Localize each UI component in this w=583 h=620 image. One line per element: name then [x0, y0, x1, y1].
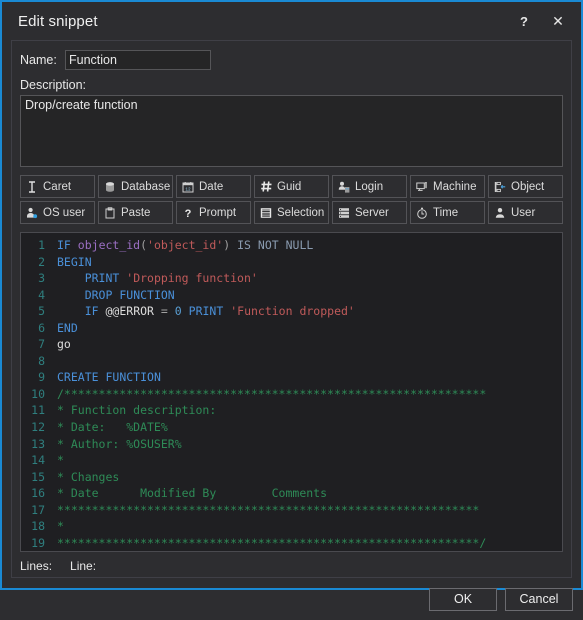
line-number: 4	[38, 287, 45, 302]
token-button-machine[interactable]: Machine	[410, 175, 485, 198]
token-label: Machine	[433, 180, 477, 193]
token-button-time[interactable]: Time	[410, 201, 485, 224]
name-label: Name:	[20, 53, 57, 67]
cancel-button[interactable]: Cancel	[505, 587, 573, 611]
description-input[interactable]: Drop/create function	[20, 95, 563, 167]
user-icon	[493, 206, 507, 220]
token-label: Object	[511, 180, 545, 193]
line-number: 7	[38, 337, 45, 352]
edit-snippet-dialog: Edit snippet ? ✕ Name: Description: Drop…	[0, 0, 583, 611]
line-number: 1	[38, 238, 45, 252]
token-label: Date	[199, 180, 224, 193]
line-number: 3	[38, 271, 45, 286]
token-label: Guid	[277, 180, 302, 193]
token-button-guid[interactable]: Guid	[254, 175, 329, 198]
line-number: 9	[38, 370, 45, 385]
selection-icon	[259, 206, 273, 220]
token-label: Prompt	[199, 206, 237, 219]
server-icon	[337, 206, 351, 220]
os-user-icon	[25, 206, 39, 220]
token-label: Selection	[277, 206, 325, 219]
token-button-object[interactable]: Object	[488, 175, 563, 198]
token-label: Server	[355, 206, 389, 219]
ok-button[interactable]: OK	[429, 587, 497, 611]
calendar-icon: 12	[181, 180, 195, 194]
lines-label: Lines:	[20, 559, 53, 574]
line-number: 17	[31, 502, 45, 517]
token-button-prompt[interactable]: ? Prompt	[176, 201, 251, 224]
window-title: Edit snippet	[18, 12, 98, 30]
svg-text:?: ?	[185, 209, 192, 219]
token-label: Paste	[121, 206, 151, 219]
line-number: 6	[38, 320, 45, 335]
dialog-footer: OK Cancel	[2, 578, 581, 620]
clock-icon	[415, 206, 429, 220]
svg-text:12: 12	[185, 187, 191, 192]
caret-icon	[25, 180, 39, 194]
title-bar: Edit snippet ? ✕	[2, 2, 581, 40]
monitor-icon	[415, 180, 429, 194]
code-editor[interactable]: 1 2 3 4 5 6 7 8 9 10 11 12 13 14 15 16 1…	[20, 232, 563, 553]
line-number-gutter: 1 2 3 4 5 6 7 8 9 10 11 12 13 14 15 16 1…	[21, 233, 51, 552]
line-number: 15	[31, 469, 45, 484]
token-label: Database	[121, 180, 171, 193]
close-icon[interactable]: ✕	[541, 6, 575, 36]
clipboard-icon	[103, 206, 117, 220]
line-number: 18	[31, 519, 45, 534]
line-number: 19	[31, 535, 45, 550]
name-row: Name:	[20, 49, 563, 71]
line-number: 16	[31, 486, 45, 501]
name-input[interactable]	[65, 50, 211, 70]
title-bar-buttons: ? ✕	[507, 2, 575, 40]
hash-icon	[259, 180, 273, 194]
line-number: 11	[31, 403, 45, 418]
line-label: Line:	[70, 559, 97, 574]
token-button-date[interactable]: 12 Date	[176, 175, 251, 198]
token-label: OS user	[43, 206, 86, 219]
line-number: 5	[38, 304, 45, 319]
token-button-login[interactable]: Login	[332, 175, 407, 198]
token-button-paste[interactable]: Paste	[98, 201, 173, 224]
help-button[interactable]: ?	[507, 6, 541, 36]
line-number: 8	[38, 353, 45, 368]
token-button-os-user[interactable]: OS user	[20, 201, 95, 224]
description-label: Description:	[20, 78, 86, 92]
token-button-database[interactable]: Database	[98, 175, 173, 198]
login-icon	[337, 180, 351, 194]
code-text[interactable]: IF object_id('object_id') IS NOT NULL BEG…	[51, 233, 562, 551]
line-number: 12	[31, 420, 45, 435]
line-number: 2	[38, 254, 45, 269]
token-toolbar: Caret Database 12 Date Guid Login Machin…	[20, 175, 563, 224]
token-button-selection[interactable]: Selection	[254, 201, 329, 224]
database-icon	[103, 180, 117, 194]
dialog-body: Name: Description: Drop/create function …	[11, 40, 572, 579]
line-number: 10	[31, 386, 45, 401]
token-label: Time	[433, 206, 459, 219]
status-bar: Lines: Line:	[20, 552, 563, 577]
token-button-user[interactable]: User	[488, 201, 563, 224]
token-button-caret[interactable]: Caret	[20, 175, 95, 198]
token-label: User	[511, 206, 536, 219]
token-button-server[interactable]: Server	[332, 201, 407, 224]
line-number: 14	[31, 453, 45, 468]
line-number: 13	[31, 436, 45, 451]
token-label: Login	[355, 180, 384, 193]
question-icon: ?	[181, 206, 195, 220]
token-label: Caret	[43, 180, 72, 193]
object-icon	[493, 180, 507, 194]
